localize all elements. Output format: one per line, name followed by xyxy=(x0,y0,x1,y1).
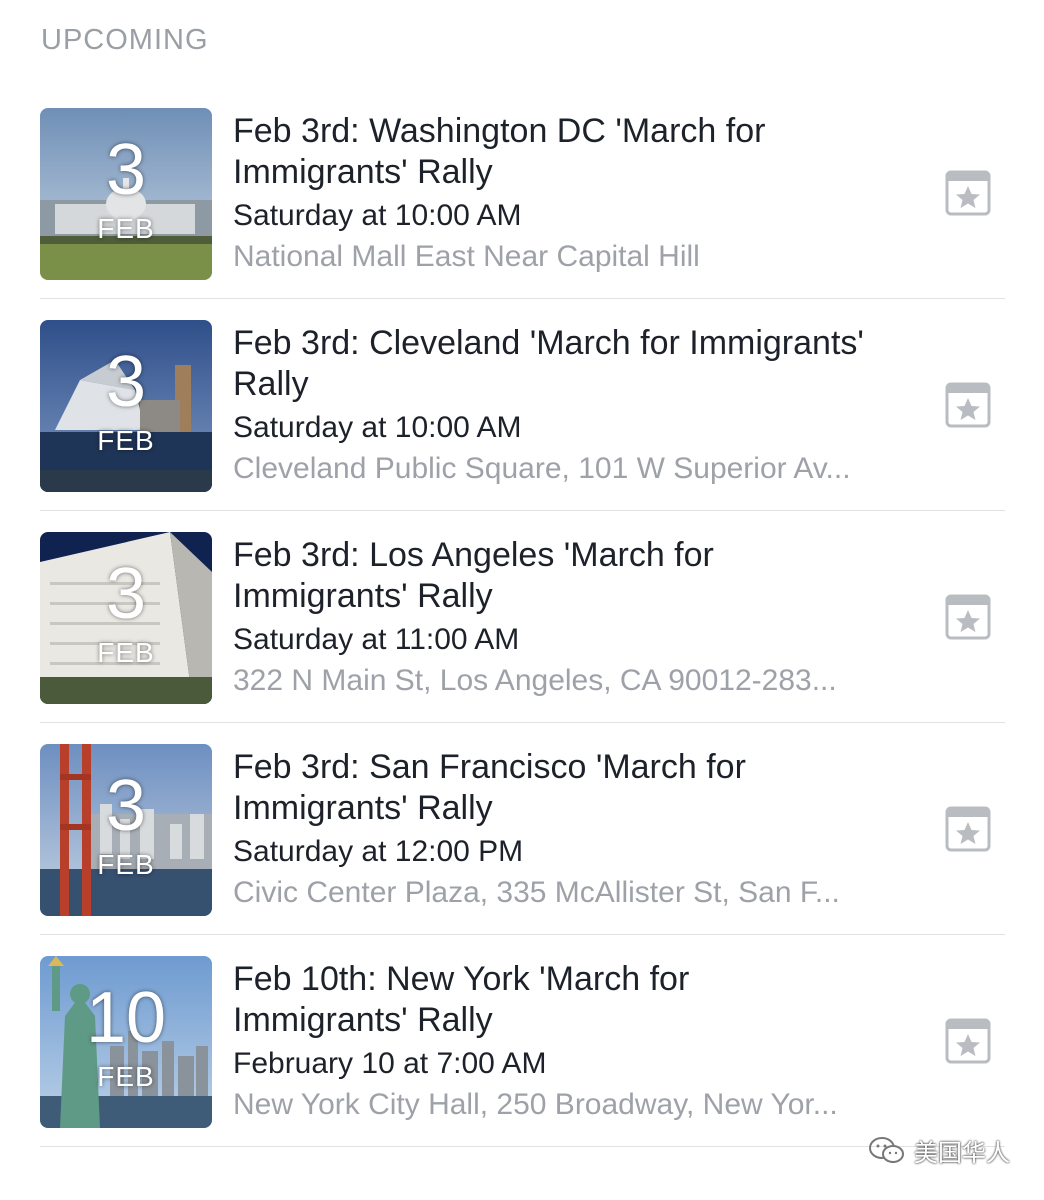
divider xyxy=(40,934,1005,935)
event-time: Saturday at 11:00 AM xyxy=(233,623,520,656)
divider xyxy=(40,722,1005,723)
event-title[interactable]: Feb 3rd: Los Angeles 'March for Immigran… xyxy=(233,535,873,617)
event-day: 3 xyxy=(105,554,147,634)
event-time: February 10 at 7:00 AM xyxy=(233,1047,547,1080)
event-thumbnail[interactable]: 3 FEB xyxy=(40,108,212,280)
calendar-star-icon[interactable] xyxy=(945,1018,991,1064)
divider xyxy=(40,1146,1005,1147)
event-item-washington[interactable]: 3 FEB Feb 3rd: Washington DC 'March for … xyxy=(40,108,1005,320)
event-title[interactable]: Feb 3rd: Washington DC 'March for Immigr… xyxy=(233,111,873,193)
event-month: FEB xyxy=(97,213,155,244)
event-day: 10 xyxy=(85,978,167,1058)
event-day: 3 xyxy=(105,342,147,422)
divider xyxy=(40,510,1005,511)
event-thumbnail[interactable]: 3 FEB xyxy=(40,532,212,704)
event-location: Civic Center Plaza, 335 McAllister St, S… xyxy=(233,876,840,909)
event-month: FEB xyxy=(97,849,155,880)
event-item-new-york[interactable]: 10 FEB Feb 10th: New York 'March for Imm… xyxy=(40,956,1005,1168)
section-header: UPCOMING xyxy=(41,24,209,56)
event-month: FEB xyxy=(97,425,155,456)
event-thumbnail[interactable]: 3 FEB xyxy=(40,744,212,916)
event-title[interactable]: Feb 3rd: Cleveland 'March for Immigrants… xyxy=(233,323,873,405)
event-thumbnail[interactable]: 10 FEB xyxy=(40,956,212,1128)
event-month: FEB xyxy=(97,637,155,668)
event-item-cleveland[interactable]: 3 FEB Feb 3rd: Cleveland 'March for Immi… xyxy=(40,320,1005,532)
event-time: Saturday at 12:00 PM xyxy=(233,835,524,868)
event-day: 3 xyxy=(105,130,147,210)
event-title[interactable]: Feb 10th: New York 'March for Immigrants… xyxy=(233,959,873,1041)
event-day: 3 xyxy=(105,766,147,846)
event-title[interactable]: Feb 3rd: San Francisco 'March for Immigr… xyxy=(233,747,873,829)
calendar-star-icon[interactable] xyxy=(945,594,991,640)
calendar-star-icon[interactable] xyxy=(945,382,991,428)
event-time: Saturday at 10:00 AM xyxy=(233,199,522,232)
watermark-text: 美国华人 xyxy=(914,1139,1010,1167)
watermark: 美国华人 xyxy=(868,1133,1010,1168)
event-thumbnail[interactable]: 3 FEB xyxy=(40,320,212,492)
event-month: FEB xyxy=(97,1061,155,1092)
event-location: Cleveland Public Square, 101 W Superior … xyxy=(233,452,851,485)
event-location: 322 N Main St, Los Angeles, CA 90012-283… xyxy=(233,664,837,697)
wechat-icon xyxy=(869,1136,904,1163)
divider xyxy=(40,298,1005,299)
event-location: National Mall East Near Capital Hill xyxy=(233,240,700,273)
event-item-san-francisco[interactable]: 3 FEB Feb 3rd: San Francisco 'March for … xyxy=(40,744,1005,956)
calendar-star-icon[interactable] xyxy=(945,170,991,216)
calendar-star-icon[interactable] xyxy=(945,806,991,852)
event-time: Saturday at 10:00 AM xyxy=(233,411,522,444)
event-location: New York City Hall, 250 Broadway, New Yo… xyxy=(233,1088,838,1121)
event-item-los-angeles[interactable]: 3 FEB Feb 3rd: Los Angeles 'March for Im… xyxy=(40,532,1005,744)
